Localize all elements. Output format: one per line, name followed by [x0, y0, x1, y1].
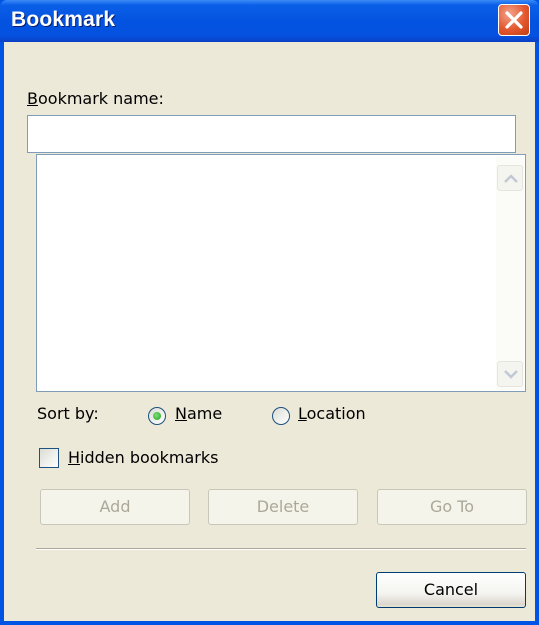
sort-by-location-label[interactable]: Location — [298, 404, 366, 423]
sort-by-name-accesskey: N — [175, 404, 187, 423]
sort-by-location-accesskey: L — [298, 404, 307, 423]
bookmark-name-label: Bookmark name: — [27, 89, 164, 108]
bookmark-name-label-accesskey: B — [27, 89, 38, 108]
bookmark-name-input[interactable] — [27, 115, 516, 153]
close-button[interactable] — [498, 4, 530, 36]
scroll-up-button[interactable] — [497, 165, 523, 191]
window-title: Bookmark — [11, 8, 116, 31]
chevron-down-icon — [504, 370, 518, 379]
sort-by-location-radio[interactable] — [272, 407, 290, 425]
dialog-body: Bookmark name: Sort by: Name Location Hi… — [4, 42, 535, 621]
scroll-down-button[interactable] — [497, 361, 523, 387]
sort-by-name-radio[interactable] — [148, 407, 166, 425]
bookmark-name-label-rest: ookmark name: — [37, 89, 164, 108]
cancel-button[interactable]: Cancel — [376, 572, 526, 608]
title-bar[interactable]: Bookmark — [0, 0, 539, 42]
close-icon — [505, 11, 523, 29]
sort-by-label: Sort by: — [37, 404, 99, 423]
bookmark-dialog: Bookmark Bookmark name: Sort by: Name Lo… — [0, 0, 539, 625]
delete-button[interactable]: Delete — [208, 489, 358, 525]
sort-by-location-rest: ocation — [306, 404, 366, 423]
add-button[interactable]: Add — [40, 489, 190, 525]
chevron-up-icon — [504, 174, 518, 183]
sort-by-name-rest: ame — [186, 404, 223, 423]
sort-by-name-label[interactable]: Name — [175, 404, 222, 423]
radio-selected-dot — [153, 412, 161, 420]
hidden-bookmarks-rest: idden bookmarks — [80, 448, 219, 467]
separator — [36, 548, 526, 550]
bookmark-list-scrollbar[interactable] — [496, 156, 524, 390]
hidden-bookmarks-checkbox[interactable] — [39, 448, 59, 468]
hidden-bookmarks-accesskey: H — [68, 448, 81, 467]
go-to-button[interactable]: Go To — [377, 489, 527, 525]
bookmark-list[interactable] — [36, 154, 526, 392]
hidden-bookmarks-label[interactable]: Hidden bookmarks — [68, 448, 218, 467]
